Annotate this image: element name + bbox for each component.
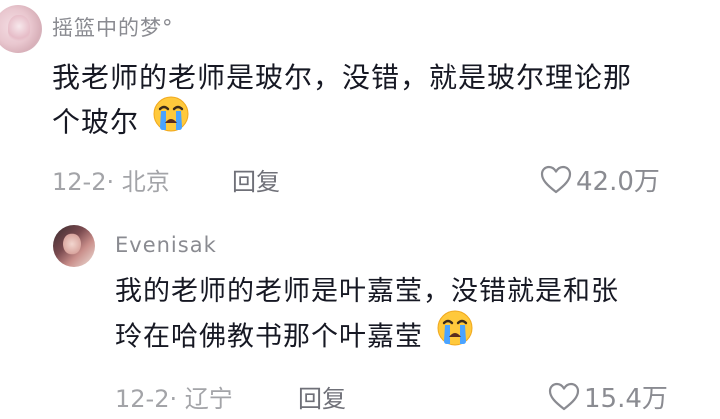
like-button[interactable]: 42.0万 [540,161,660,198]
comment-date-location: 12-2· 北京 [52,168,170,196]
avatar[interactable] [53,225,95,267]
comment-text-line: 个玻尔 [52,105,140,139]
comment-text-line: 我老师的老师是玻尔，没错，就是玻尔理论那 [52,61,633,94]
crying-face-icon [435,308,475,362]
comment-text-line: 我的老师的老师是叶嘉莹，没错就是和张 [115,276,619,307]
comment-text-line-with-emoji: 玲在哈佛教书那个叶嘉莹 [115,310,619,362]
comment-text: 我的老师的老师是叶嘉莹，没错就是和张 玲在哈佛教书那个叶嘉莹 [115,270,619,362]
reply-button[interactable]: 回复 [232,162,280,197]
heart-icon [548,382,580,412]
comment-text-line-with-emoji: 个玻尔 [52,96,632,147]
comment-date-location: 12-2· 辽宁 [115,385,233,413]
like-count: 42.0万 [576,167,660,197]
reply-button[interactable]: 回复 [298,379,346,414]
comment-text-line: 玲在哈佛教书那个叶嘉莹 [115,321,423,353]
like-button[interactable]: 15.4万 [548,378,668,415]
avatar[interactable] [0,5,42,53]
username[interactable]: Evenisak [115,233,217,257]
username[interactable]: 摇篮中的梦° [52,12,174,42]
heart-icon [540,165,572,195]
like-count: 15.4万 [584,384,668,414]
comment-text: 我老师的老师是玻尔，没错，就是玻尔理论那 个玻尔 [52,56,632,147]
crying-face-icon [151,94,191,147]
